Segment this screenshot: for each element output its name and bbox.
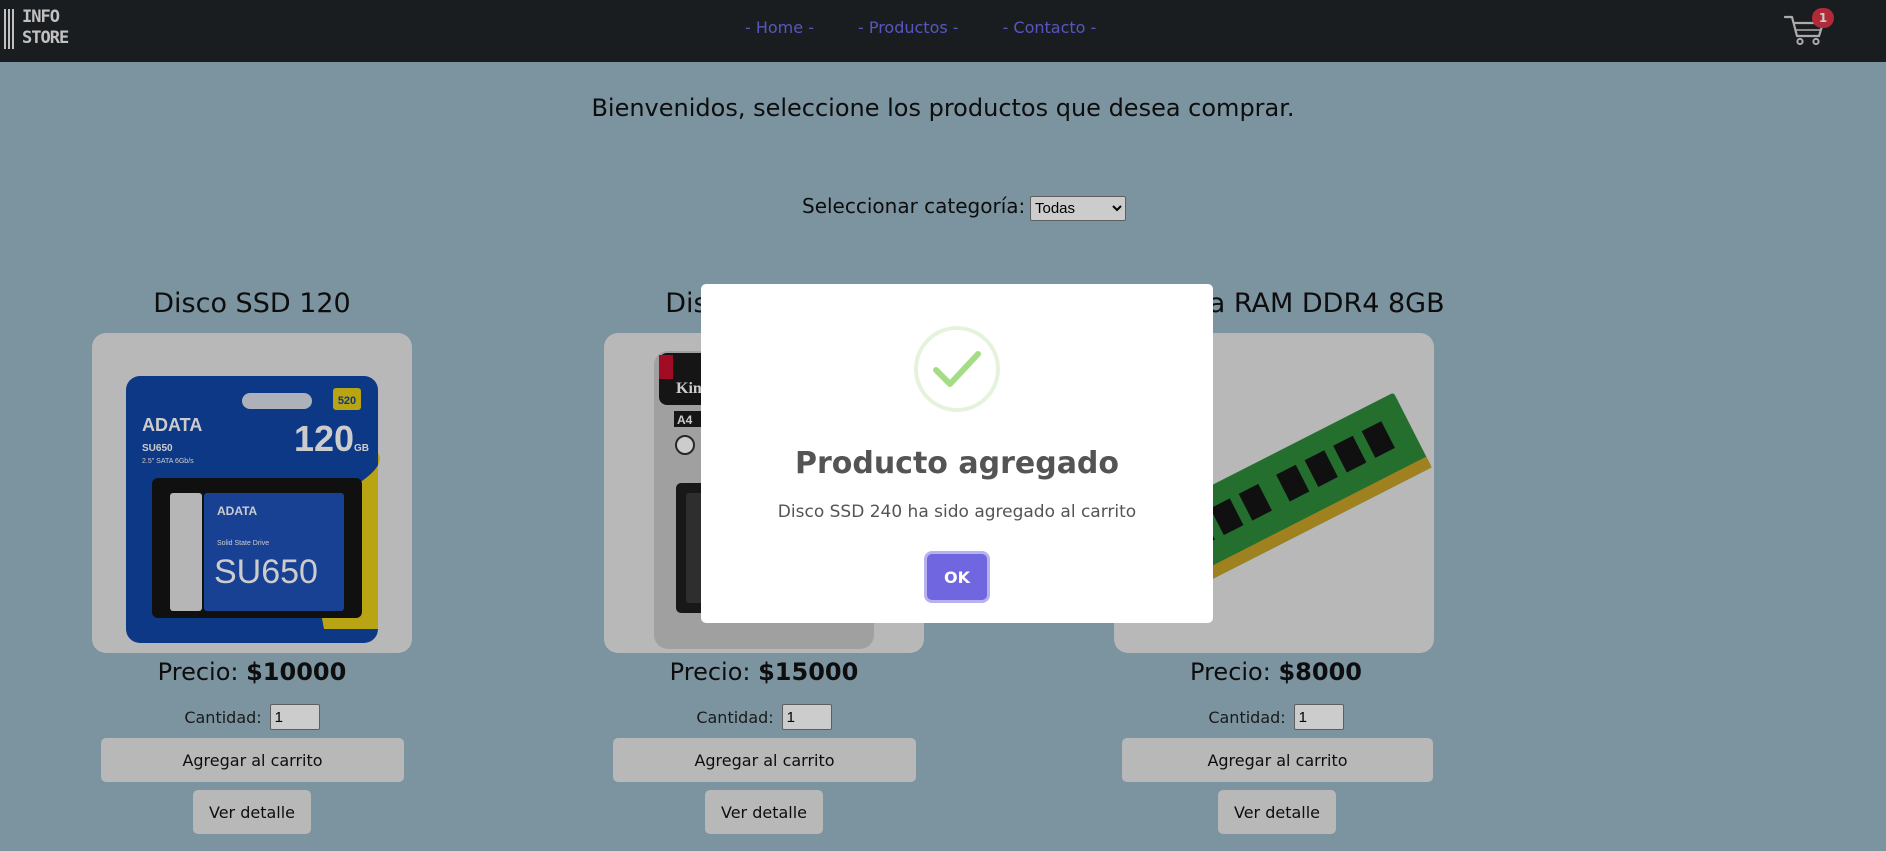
ok-button[interactable]: OK — [927, 554, 987, 600]
dialog-title: Producto agregado — [794, 446, 1120, 481]
dialog-message: Disco SSD 240 ha sido agregado al carrit… — [777, 502, 1137, 522]
product-added-dialog: Producto agregado Disco SSD 240 ha sido … — [701, 284, 1213, 623]
success-check-icon — [914, 326, 1000, 412]
